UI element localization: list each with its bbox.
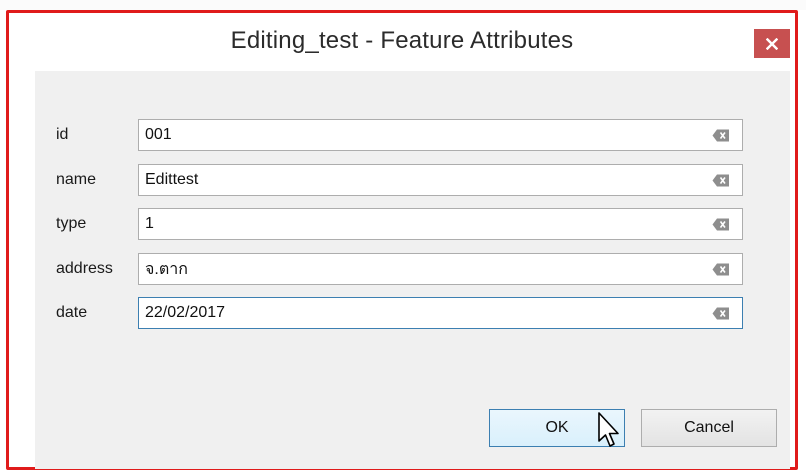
title-bar[interactable]: Editing_test - Feature Attributes: [9, 13, 795, 71]
clear-type-button[interactable]: [712, 218, 730, 231]
close-icon: [766, 37, 778, 50]
field-box-type: [138, 208, 743, 240]
field-box-name: [138, 164, 743, 196]
clear-id-button[interactable]: [712, 129, 730, 142]
field-row-type: type: [35, 208, 790, 240]
background-window: [0, 0, 806, 10]
screen: Editing_test - Feature Attributes id 001…: [0, 0, 806, 476]
backspace-clear-icon: [712, 218, 729, 231]
field-label-type: type: [56, 215, 87, 232]
clear-date-button[interactable]: [712, 307, 730, 320]
field-box-date: [138, 297, 743, 329]
cancel-button[interactable]: Cancel: [641, 409, 777, 447]
address-input[interactable]: [139, 254, 699, 284]
backspace-clear-icon: [712, 307, 729, 320]
close-button[interactable]: [754, 29, 790, 58]
id-input[interactable]: [139, 120, 699, 150]
field-label-name: name: [56, 171, 97, 188]
dialog-title: Editing_test - Feature Attributes: [230, 27, 574, 54]
field-label-address: address: [56, 260, 113, 277]
type-input[interactable]: [139, 209, 699, 239]
backspace-clear-icon: [712, 174, 729, 187]
field-box-id: [138, 119, 743, 151]
backspace-clear-icon: [712, 263, 729, 276]
backspace-clear-icon: [712, 129, 729, 142]
field-row-date: date: [35, 297, 790, 329]
field-row-id: id: [35, 119, 790, 151]
feature-attributes-dialog: Editing_test - Feature Attributes id 001…: [6, 10, 798, 470]
field-label-date: date: [56, 304, 88, 321]
clear-name-button[interactable]: [712, 174, 730, 187]
date-input[interactable]: [139, 298, 699, 328]
field-row-name: name: [35, 164, 790, 196]
clear-address-button[interactable]: [712, 263, 730, 276]
dialog-body: id name: [35, 71, 790, 469]
field-label-id: id: [56, 126, 69, 143]
field-row-address: address: [35, 253, 790, 285]
field-box-address: [138, 253, 743, 285]
name-input[interactable]: [139, 165, 699, 195]
ok-button[interactable]: OK: [489, 409, 625, 447]
